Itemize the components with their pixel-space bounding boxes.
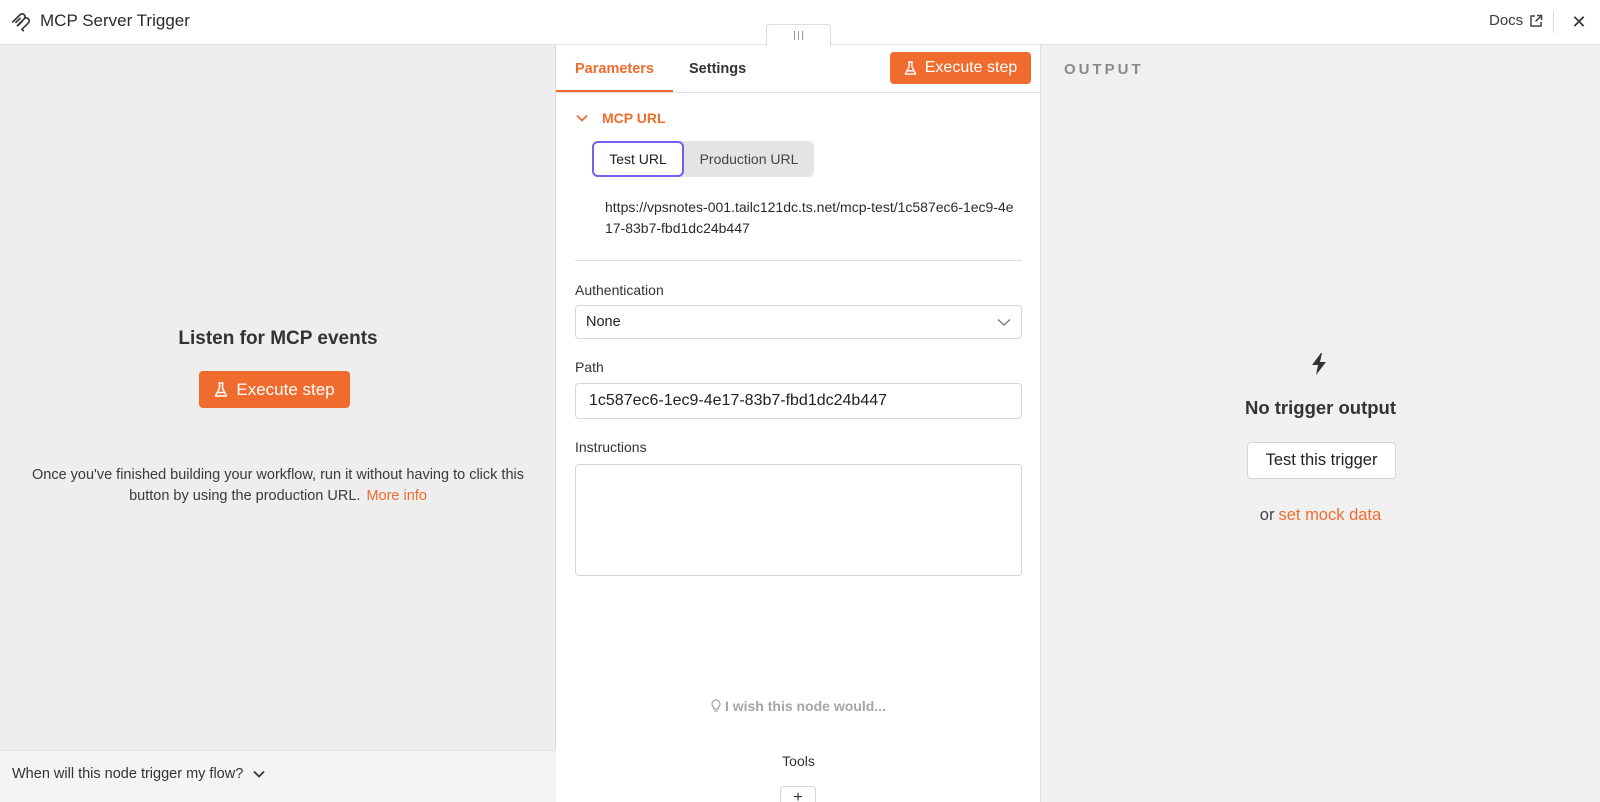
header-divider bbox=[1553, 11, 1554, 33]
chevron-down-icon bbox=[576, 114, 588, 122]
authentication-label: Authentication bbox=[575, 282, 664, 298]
path-label: Path bbox=[575, 359, 604, 375]
trigger-info-footer: When will this node trigger my flow? bbox=[0, 750, 556, 802]
hint-text: Once you've finished building your workf… bbox=[32, 467, 524, 504]
output-title: OUTPUT bbox=[1064, 61, 1144, 78]
trigger-info-toggle[interactable]: When will this node trigger my flow? bbox=[12, 766, 265, 782]
test-url-option[interactable]: Test URL bbox=[592, 141, 684, 177]
node-title: MCP Server Trigger bbox=[40, 11, 190, 30]
listen-heading: Listen for MCP events bbox=[178, 328, 378, 349]
tools-label: Tools bbox=[782, 753, 815, 769]
authentication-value: None bbox=[586, 314, 621, 330]
instructions-textarea[interactable] bbox=[575, 464, 1022, 576]
panel-drag-handle[interactable] bbox=[766, 24, 831, 46]
section-divider bbox=[575, 260, 1022, 261]
test-trigger-button[interactable]: Test this trigger bbox=[1247, 442, 1396, 479]
mcp-url-value[interactable]: https://vpsnotes-001.tailc121dc.ts.net/m… bbox=[605, 197, 1015, 239]
lightbulb-icon bbox=[711, 699, 721, 712]
feedback-link[interactable]: I wish this node would... bbox=[556, 698, 1041, 714]
execute-step-label: Execute step bbox=[236, 379, 335, 399]
more-info-link[interactable]: More info bbox=[366, 488, 426, 504]
flask-icon bbox=[215, 381, 228, 397]
tab-settings[interactable]: Settings bbox=[689, 61, 746, 77]
tab-parameters[interactable]: Parameters bbox=[556, 61, 673, 92]
no-output-message: No trigger output bbox=[1244, 397, 1397, 418]
external-link-icon bbox=[1530, 14, 1543, 27]
execute-step-button[interactable]: Execute step bbox=[199, 371, 350, 408]
output-panel: OUTPUT No trigger output Test this trigg… bbox=[1041, 45, 1600, 802]
mcp-logo-icon bbox=[11, 13, 30, 32]
close-icon[interactable]: ✕ bbox=[1568, 11, 1590, 33]
trigger-info-question: When will this node trigger my flow? bbox=[12, 766, 244, 782]
production-url-option[interactable]: Production URL bbox=[684, 141, 814, 177]
mcp-url-label: MCP URL bbox=[602, 110, 666, 126]
execute-step-button[interactable]: Execute step bbox=[890, 52, 1031, 84]
chevron-down-icon bbox=[997, 319, 1011, 326]
or-label: or bbox=[1259, 506, 1275, 524]
set-mock-data-link[interactable]: set mock data bbox=[1278, 506, 1381, 524]
flask-icon bbox=[904, 60, 917, 75]
parameters-panel: Parameters Settings Execute step MCP URL… bbox=[556, 45, 1041, 802]
docs-label: Docs bbox=[1489, 12, 1524, 29]
authentication-select[interactable]: None bbox=[575, 305, 1022, 339]
add-tool-button[interactable]: + bbox=[780, 786, 816, 802]
mock-data-line: or set mock data bbox=[1041, 506, 1600, 525]
url-type-switch: Test URL Production URL bbox=[592, 141, 814, 177]
input-panel: Listen for MCP events Execute step Once … bbox=[0, 45, 556, 802]
docs-link[interactable]: Docs bbox=[1489, 12, 1543, 29]
path-input[interactable]: 1c587ec6-1ec9-4e17-83b7-fbd1dc24b447 bbox=[575, 383, 1022, 419]
lightning-bolt-icon bbox=[1312, 353, 1326, 375]
execute-step-label: Execute step bbox=[924, 59, 1018, 76]
production-url-hint: Once you've finished building your workf… bbox=[16, 465, 540, 507]
mcp-url-section-toggle[interactable]: MCP URL bbox=[576, 110, 666, 126]
feedback-label: I wish this node would... bbox=[724, 698, 886, 714]
instructions-label: Instructions bbox=[575, 439, 647, 455]
node-tabs: Parameters Settings Execute step bbox=[556, 45, 1041, 93]
chevron-down-icon bbox=[253, 770, 265, 778]
